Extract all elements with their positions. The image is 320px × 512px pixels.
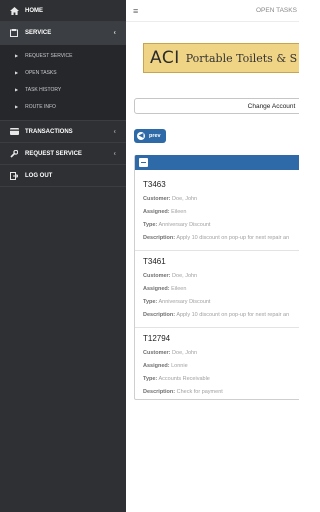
- field-label: Assigned:: [143, 209, 170, 215]
- field-label: Description:: [143, 235, 176, 241]
- collapse-icon[interactable]: [139, 158, 148, 167]
- field-value: Check for payment: [176, 389, 223, 395]
- sidebar-item-request-service[interactable]: REQUEST SERVICE ‹: [0, 143, 126, 165]
- sidebar-item-label: TRANSACTIONS: [25, 128, 73, 135]
- task-id: T3461: [143, 257, 166, 266]
- company-logo: ACI Portable Toilets & S: [143, 43, 299, 73]
- clipboard-icon: [9, 29, 19, 37]
- logo-brand: ACI: [150, 48, 180, 68]
- top-bar: ≡ OPEN TASKS: [126, 0, 299, 22]
- caret-right-icon: ▶: [15, 53, 19, 58]
- page-title: OPEN TASKS: [256, 7, 297, 14]
- task-assigned: Assigned: Eileen: [143, 286, 299, 292]
- field-value: Doe, John: [172, 273, 198, 279]
- chevron-left-icon: ‹: [113, 150, 116, 157]
- wrench-icon: [9, 149, 19, 158]
- task-description: Description: Check for payment: [143, 389, 299, 395]
- task-description: Description: Apply 10 discount on pop-up…: [143, 312, 299, 318]
- field-label: Type:: [143, 299, 158, 305]
- field-value: Apply 10 discount on pop-up for next rep…: [176, 312, 290, 318]
- task-assigned: Assigned: Lonnie: [143, 363, 299, 369]
- sidebar: HOME SERVICE ‹ ▶ REQUEST SERVICE ▶ OPEN …: [0, 0, 126, 512]
- field-label: Customer:: [143, 350, 171, 356]
- task-assigned: Assigned: Eileen: [143, 209, 299, 215]
- field-label: Customer:: [143, 196, 171, 202]
- sidebar-item-home[interactable]: HOME: [0, 0, 126, 22]
- panel-header: [135, 155, 299, 170]
- submenu-item-label: TASK HISTORY: [25, 86, 62, 93]
- sidebar-item-label: LOG OUT: [25, 172, 53, 179]
- task-customer: Customer: Doe, John: [143, 196, 299, 202]
- field-value: Lonnie: [171, 363, 188, 369]
- field-label: Assigned:: [143, 286, 170, 292]
- divider: [135, 327, 299, 328]
- task-description: Description: Apply 10 discount on pop-up…: [143, 235, 299, 241]
- submenu-item-label: REQUEST SERVICE: [25, 52, 73, 59]
- prev-button[interactable]: ◀ prev: [134, 129, 166, 143]
- chevron-left-icon: ‹: [113, 128, 116, 135]
- task-customer: Customer: Doe, John: [143, 350, 299, 356]
- home-icon: [9, 6, 19, 15]
- prev-label: prev: [149, 133, 161, 139]
- field-label: Description:: [143, 312, 176, 318]
- logo-tagline: Portable Toilets & S: [185, 51, 298, 65]
- sidebar-item-label: SERVICE: [25, 30, 52, 36]
- sidebar-item-logout[interactable]: LOG OUT: [0, 165, 126, 187]
- submenu-item-label: OPEN TASKS: [25, 69, 57, 76]
- field-value: Anniversary Discount: [158, 222, 211, 228]
- task-type: Type: Anniversary Discount: [143, 222, 299, 228]
- field-value: Doe, John: [172, 350, 198, 356]
- sidebar-item-service[interactable]: SERVICE ‹: [0, 22, 126, 45]
- field-label: Type:: [143, 376, 158, 382]
- task-card[interactable]: T12794 Customer: Doe, John Assigned: Lon…: [135, 334, 299, 395]
- change-account-button[interactable]: Change Account: [134, 98, 299, 114]
- task-type: Type: Anniversary Discount: [143, 299, 299, 305]
- card-icon: [9, 128, 19, 135]
- submenu-item-label: ROUTE INFO: [25, 103, 56, 110]
- task-card[interactable]: T3463 Customer: Doe, John Assigned: Eile…: [135, 180, 299, 241]
- main-content: ACI Portable Toilets & S Change Account …: [126, 23, 299, 512]
- change-account-label: Change Account: [247, 102, 296, 110]
- caret-right-icon: ▶: [15, 70, 19, 75]
- caret-right-icon: ▶: [15, 104, 19, 109]
- submenu-item-route-info[interactable]: ▶ ROUTE INFO: [0, 98, 126, 115]
- field-value: Doe, John: [172, 196, 198, 202]
- service-submenu: ▶ REQUEST SERVICE ▶ OPEN TASKS ▶ TASK HI…: [0, 45, 126, 121]
- chevron-left-icon: ‹: [113, 29, 116, 37]
- submenu-item-task-history[interactable]: ▶ TASK HISTORY: [0, 81, 126, 98]
- task-type: Type: Accounts Receivable: [143, 376, 299, 382]
- sidebar-item-transactions[interactable]: TRANSACTIONS ‹: [0, 121, 126, 143]
- field-value: Eileen: [171, 286, 187, 292]
- task-id: T12794: [143, 334, 171, 343]
- divider: [135, 250, 299, 251]
- field-label: Description:: [143, 389, 176, 395]
- logout-icon: [9, 171, 19, 180]
- sidebar-item-label: HOME: [25, 7, 43, 14]
- field-label: Type:: [143, 222, 158, 228]
- caret-right-icon: ▶: [15, 87, 19, 92]
- menu-icon[interactable]: ≡: [133, 6, 138, 16]
- field-value: Apply 10 discount on pop-up for next rep…: [176, 235, 290, 241]
- field-label: Assigned:: [143, 363, 170, 369]
- field-value: Accounts Receivable: [158, 376, 210, 382]
- task-card[interactable]: T3461 Customer: Doe, John Assigned: Eile…: [135, 257, 299, 318]
- sidebar-item-label: REQUEST SERVICE: [25, 150, 82, 157]
- submenu-item-open-tasks[interactable]: ▶ OPEN TASKS: [0, 64, 126, 81]
- task-customer: Customer: Doe, John: [143, 273, 299, 279]
- open-tasks-panel: T3463 Customer: Doe, John Assigned: Eile…: [134, 155, 299, 400]
- arrow-left-icon: ◀: [137, 132, 145, 140]
- submenu-item-request-service[interactable]: ▶ REQUEST SERVICE: [0, 47, 126, 64]
- field-value: Anniversary Discount: [158, 299, 211, 305]
- task-id: T3463: [143, 180, 166, 189]
- field-value: Eileen: [171, 209, 187, 215]
- field-label: Customer:: [143, 273, 171, 279]
